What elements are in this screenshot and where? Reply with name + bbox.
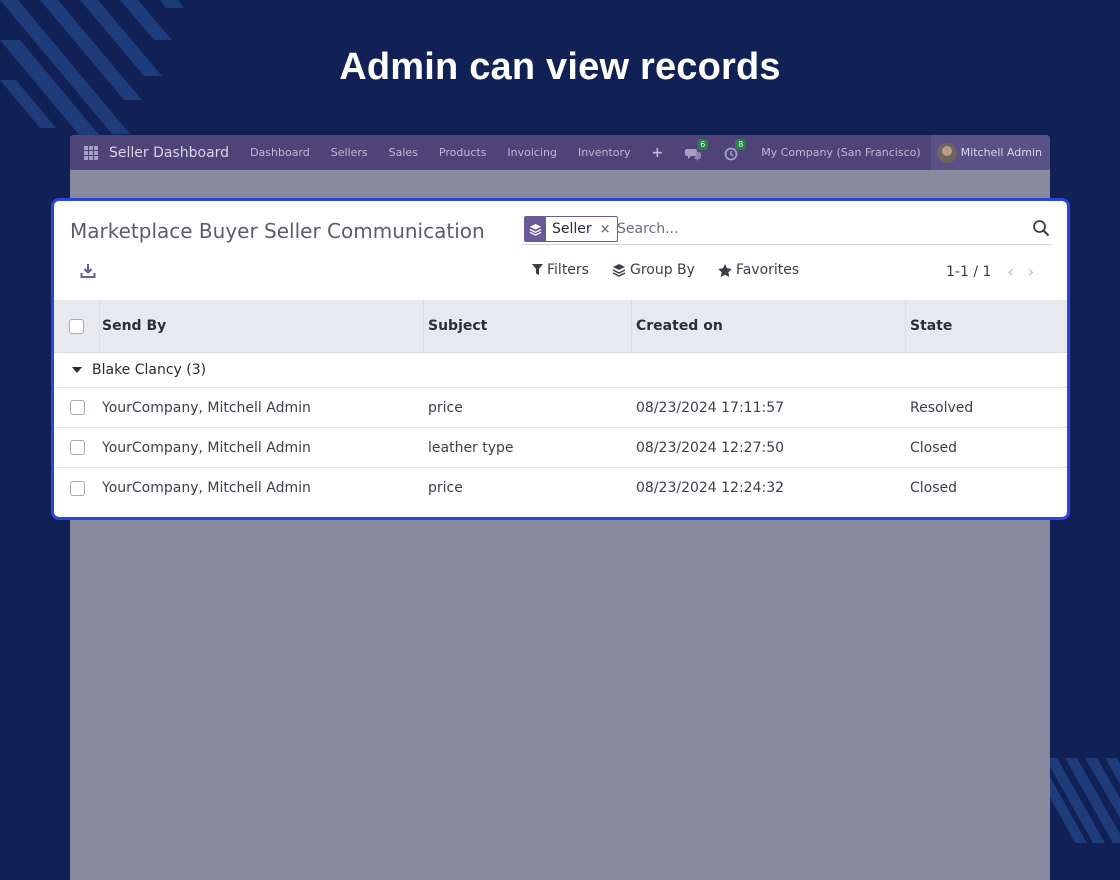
table-row[interactable]: YourCompany, Mitchell Admin leather type… bbox=[54, 428, 1067, 468]
navbar-systray: 6 8 My Company (San Francisco) Mitchell … bbox=[685, 135, 1050, 170]
search-input[interactable] bbox=[617, 217, 1007, 241]
list-view-panel: Marketplace Buyer Seller Communication S… bbox=[51, 198, 1070, 520]
filters-button[interactable]: Filters bbox=[532, 262, 589, 278]
activities-badge: 8 bbox=[735, 138, 747, 150]
nav-inventory[interactable]: Inventory bbox=[578, 146, 631, 159]
cell-send-by: YourCompany, Mitchell Admin bbox=[102, 399, 311, 416]
messages-icon[interactable]: 6 bbox=[685, 138, 709, 162]
cell-created-on: 08/23/2024 12:27:50 bbox=[636, 439, 785, 456]
cell-created-on: 08/23/2024 12:24:32 bbox=[636, 480, 785, 496]
nav-dashboard[interactable]: Dashboard bbox=[250, 146, 310, 159]
group-row[interactable]: Blake Clancy (3) bbox=[54, 353, 1067, 388]
group-by-button[interactable]: Group By bbox=[612, 262, 695, 278]
column-header-state[interactable]: State bbox=[906, 300, 1067, 352]
group-by-label: Group By bbox=[629, 262, 695, 278]
pager-previous-icon[interactable]: ‹ bbox=[1007, 262, 1013, 281]
cell-state: Closed bbox=[910, 480, 958, 496]
star-icon bbox=[718, 263, 732, 277]
apps-menu-icon[interactable] bbox=[84, 145, 98, 160]
nav-add-plus-icon[interactable]: + bbox=[652, 145, 664, 161]
search-icon[interactable] bbox=[1032, 219, 1052, 239]
cell-subject: price bbox=[428, 480, 463, 496]
select-all-checkbox[interactable] bbox=[69, 318, 84, 334]
filters-label: Filters bbox=[547, 262, 589, 278]
table-row[interactable]: YourCompany, Mitchell Admin price 08/23/… bbox=[54, 388, 1067, 428]
cell-send-by: YourCompany, Mitchell Admin bbox=[102, 439, 311, 456]
nav-sellers[interactable]: Sellers bbox=[331, 146, 368, 159]
cell-created-on: 08/23/2024 17:11:57 bbox=[636, 399, 785, 416]
row-checkbox[interactable] bbox=[69, 440, 85, 455]
page-title: Marketplace Buyer Seller Communication bbox=[70, 219, 485, 243]
pager-next-icon[interactable]: › bbox=[1028, 262, 1034, 281]
layers-icon bbox=[525, 217, 546, 241]
avatar bbox=[936, 142, 957, 163]
layers-icon bbox=[612, 264, 626, 277]
caret-down-icon bbox=[72, 367, 82, 373]
download-icon[interactable] bbox=[80, 263, 98, 281]
search-facet-seller: Seller × bbox=[524, 216, 618, 242]
group-label: Blake Clancy (3) bbox=[92, 362, 207, 378]
filter-funnel-icon bbox=[532, 264, 543, 275]
pager: 1-1 / 1 ‹ › bbox=[946, 262, 1034, 281]
top-navbar: Seller Dashboard Dashboard Sellers Sales… bbox=[70, 135, 1050, 170]
favorites-button[interactable]: Favorites bbox=[718, 262, 799, 278]
cell-send-by: YourCompany, Mitchell Admin bbox=[102, 480, 311, 496]
decorative-stripes-bottom-right bbox=[1045, 758, 1120, 843]
company-switcher[interactable]: My Company (San Francisco) bbox=[761, 146, 920, 159]
cell-state: Resolved bbox=[910, 399, 974, 416]
app-brand[interactable]: Seller Dashboard bbox=[109, 145, 229, 161]
table-header: Send By Subject Created on State bbox=[54, 300, 1067, 353]
table-row[interactable]: YourCompany, Mitchell Admin price 08/23/… bbox=[54, 468, 1067, 508]
cell-subject: leather type bbox=[428, 439, 514, 456]
nav-products[interactable]: Products bbox=[439, 146, 487, 159]
activities-clock-icon[interactable]: 8 bbox=[723, 138, 747, 162]
row-checkbox[interactable] bbox=[69, 400, 85, 415]
messages-badge: 6 bbox=[697, 138, 709, 150]
favorites-label: Favorites bbox=[735, 262, 800, 278]
nav-invoicing[interactable]: Invoicing bbox=[507, 146, 557, 159]
row-checkbox[interactable] bbox=[69, 480, 85, 496]
facet-remove-icon[interactable]: × bbox=[598, 217, 617, 241]
nav-sales[interactable]: Sales bbox=[389, 146, 418, 159]
column-header-subject[interactable]: Subject bbox=[424, 300, 632, 352]
records-table: Send By Subject Created on State Blake C… bbox=[54, 300, 1067, 508]
hero-title: Admin can view records bbox=[339, 46, 781, 88]
search-bar: Seller × bbox=[522, 215, 1052, 245]
pager-value[interactable]: 1-1 / 1 bbox=[946, 264, 991, 280]
search-options: Filters Group By Favorites bbox=[532, 262, 822, 278]
cell-state: Closed bbox=[910, 439, 958, 456]
cell-subject: price bbox=[428, 399, 463, 416]
column-header-created-on[interactable]: Created on bbox=[632, 300, 906, 352]
column-header-send-by[interactable]: Send By bbox=[100, 300, 424, 352]
user-name: Mitchell Admin bbox=[960, 146, 1042, 159]
facet-value: Seller bbox=[552, 221, 592, 237]
user-menu[interactable]: Mitchell Admin bbox=[930, 135, 1050, 170]
